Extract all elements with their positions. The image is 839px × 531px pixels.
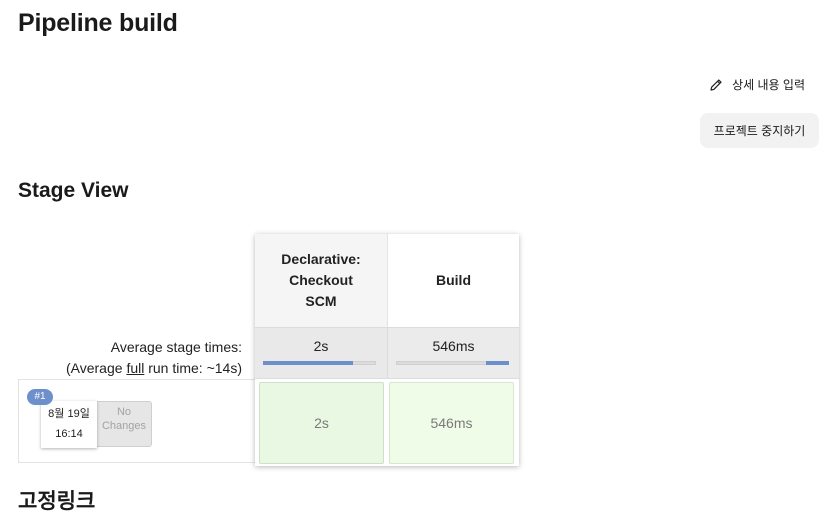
avg-time-bar-build <box>396 361 509 365</box>
avg-time-bar-checkout <box>263 361 376 365</box>
avg-time-cell-checkout: 2s <box>255 327 387 379</box>
stop-project-button[interactable]: 프로젝트 중지하기 <box>700 113 819 148</box>
avg-full-run-label: (Average full run time: ~14s) <box>65 360 242 376</box>
stage-run-cell-build[interactable]: 546ms <box>389 382 514 464</box>
pencil-icon <box>709 78 723 92</box>
stage-header-build: Build <box>387 234 519 327</box>
page-title: Pipeline build <box>18 9 178 37</box>
avg-time-build: 546ms <box>432 338 475 354</box>
avg-time-checkout: 2s <box>313 338 329 354</box>
changes-box: No Changes <box>96 401 152 447</box>
avg-time-cell-build: 546ms <box>387 327 519 379</box>
stage-view-table: Declarative: Checkout SCM Build 2s 546ms… <box>255 234 519 466</box>
build-date-box[interactable]: 8월 19일 16:14 <box>41 401 97 448</box>
permalinks-title: 고정링크 <box>18 490 96 513</box>
full-run-link[interactable]: full <box>126 360 144 376</box>
stage-view-title: Stage View <box>18 179 129 202</box>
stage-run-cell-checkout[interactable]: 2s <box>259 382 384 464</box>
build-date: 8월 19일 <box>48 408 90 420</box>
avg-stage-times-label: Average stage times: <box>110 339 242 355</box>
average-times-labels: Average stage times: (Average full run t… <box>66 337 242 379</box>
avg-time-bar-fill-build <box>486 361 509 365</box>
build-number-badge[interactable]: #1 <box>27 389 53 405</box>
build-time: 16:14 <box>55 428 83 440</box>
edit-description-link[interactable]: 상세 내용 입력 <box>709 76 805 93</box>
avg-time-bar-fill-checkout <box>263 361 353 365</box>
edit-description-label: 상세 내용 입력 <box>732 78 805 92</box>
stage-header-checkout: Declarative: Checkout SCM <box>255 234 387 327</box>
build-run-row: #1 8월 19일 16:14 No Changes <box>18 379 256 463</box>
